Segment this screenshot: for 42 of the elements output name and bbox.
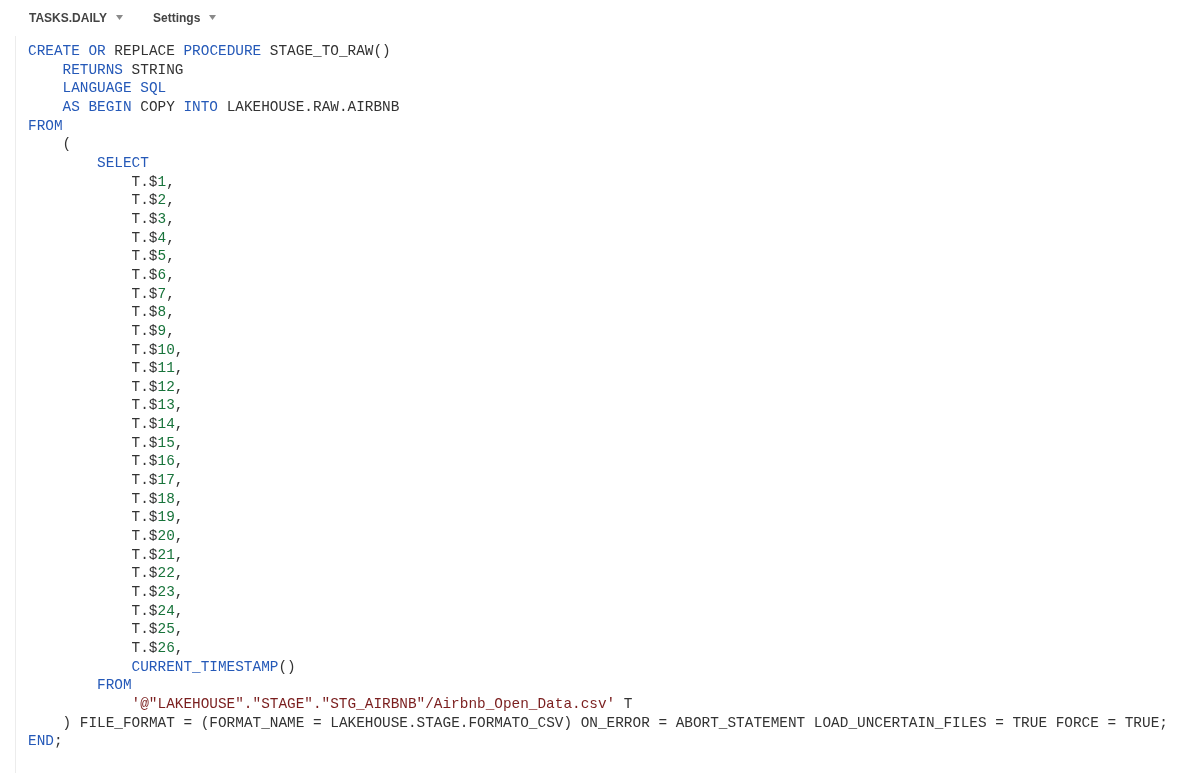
- code-line: CURRENT_TIMESTAMP(): [131, 657, 296, 677]
- code-line: T.$12,: [131, 377, 184, 397]
- code-line: T.$25,: [131, 620, 184, 639]
- code-line: T.$18,: [131, 489, 184, 509]
- code-line: T.$21,: [131, 545, 184, 565]
- code-line: T.$9,: [131, 321, 175, 341]
- code-line: T.$8,: [131, 303, 175, 322]
- dropdown-button[interactable]: Settings: [153, 9, 217, 26]
- code-line: AS BEGIN COPY INTO LAKEHOUSE.RAW.AIRBNB: [62, 97, 400, 117]
- code-line: RETURNS STRING: [62, 60, 184, 80]
- code-line: FROM: [97, 676, 132, 695]
- code-line: T.$23,: [131, 583, 184, 602]
- code-line: (: [62, 135, 72, 154]
- code-line: '@"LAKEHOUSE"."STAGE"."STG_AIRBNB"/Airbnb_Open_Data.csv' T: [131, 694, 633, 714]
- code-line: T.$3,: [131, 209, 175, 229]
- code-line: T.$11,: [131, 359, 184, 378]
- code-line: T.$19,: [131, 508, 184, 528]
- code-line: T.$7,: [131, 284, 175, 304]
- code-line: LANGUAGE SQL: [62, 79, 167, 98]
- code-line: T.$5,: [131, 247, 175, 266]
- code-line: T.$4,: [131, 228, 175, 248]
- code-line: T.$20,: [131, 527, 184, 546]
- code-line: T.$26,: [131, 639, 184, 658]
- code-line: T.$6,: [131, 265, 175, 285]
- code-line: T.$17,: [131, 471, 184, 490]
- code-line: T.$24,: [131, 601, 184, 621]
- code-line: T.$1,: [131, 172, 175, 192]
- code-line: ) FILE_FORMAT = (FORMAT_NAME = LAKEHOUSE.STAGE.FORMATO_CSV) ON_ERROR = ABORT_STATEMENT LOAD_UNCERTAIN_FILES = TRUE FORCE = TRUE;: [62, 713, 1168, 733]
- code-line: T.$2,: [131, 191, 175, 210]
- code-line: SELECT: [97, 153, 149, 173]
- code-line: T.$16,: [131, 452, 184, 472]
- code-line: CREATE OR REPLACE PROCEDURE STAGE_TO_RAW(): [28, 42, 391, 61]
- code-line: T.$10,: [131, 340, 184, 360]
- caret-icon: [116, 15, 123, 20]
- code-line: END;: [28, 732, 63, 751]
- code-line: T.$13,: [131, 396, 184, 416]
- code-line: T.$22,: [131, 564, 184, 584]
- caret-icon: [209, 15, 217, 20]
- code-line: FROM: [28, 116, 63, 136]
- code-line: T.$15,: [131, 433, 184, 453]
- dropdown-button[interactable]: TASKS.DAILY: [29, 9, 123, 26]
- code-line: T.$14,: [131, 415, 184, 434]
